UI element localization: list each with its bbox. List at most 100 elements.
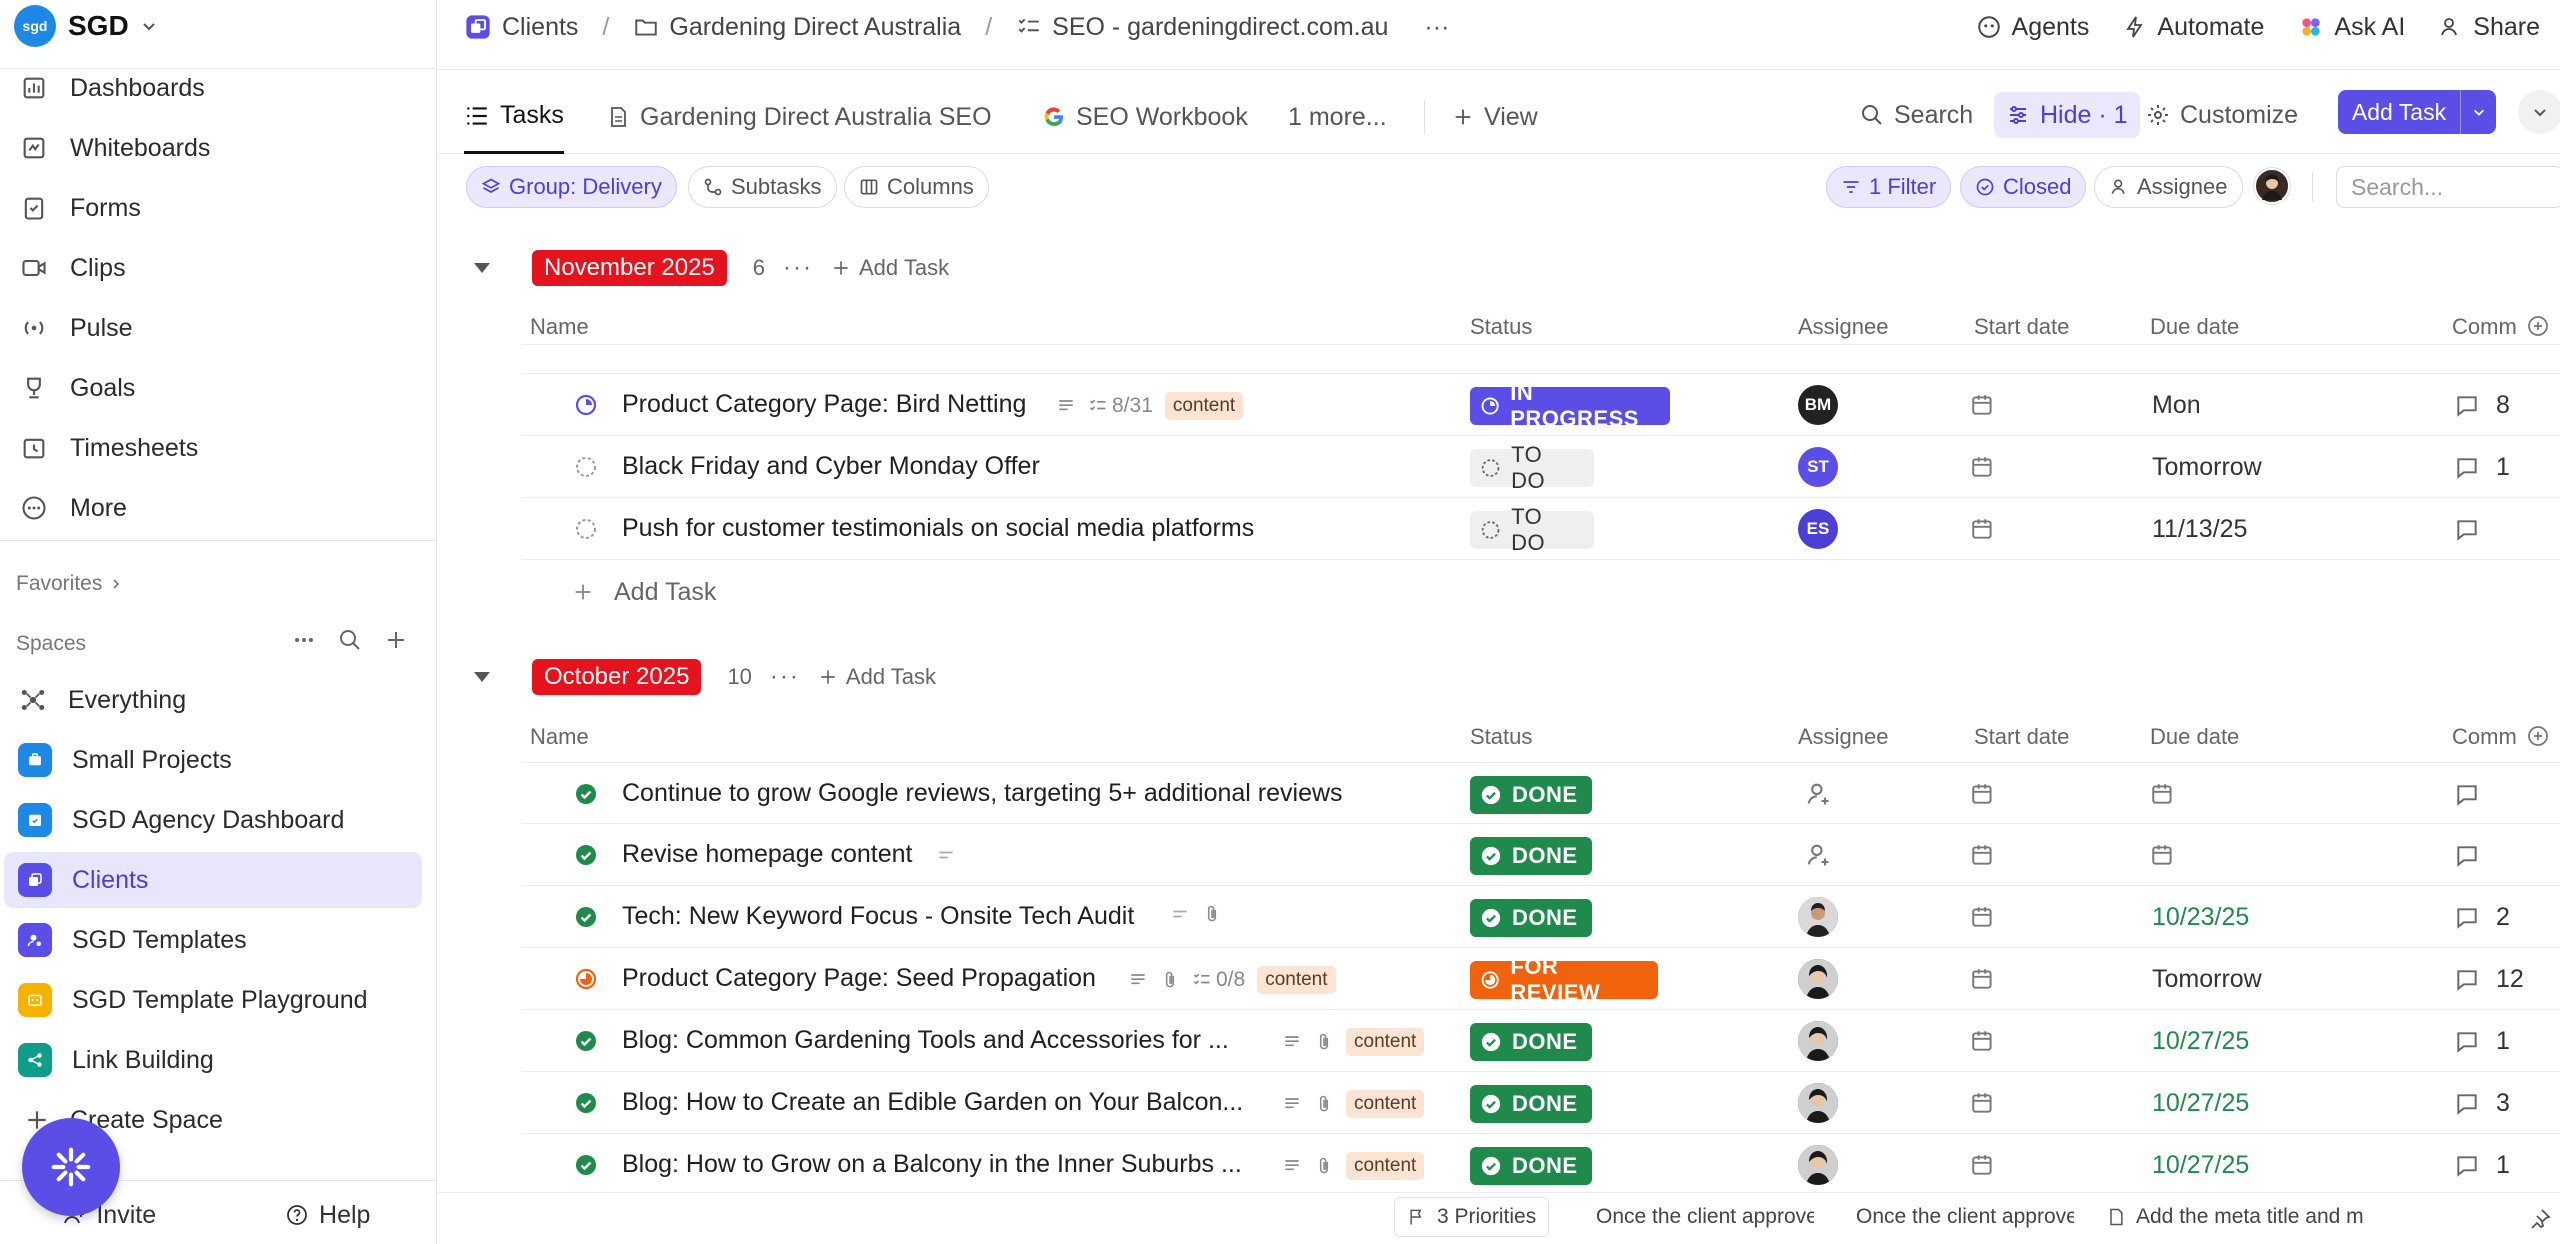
comment-icon[interactable] (2454, 455, 2480, 481)
done-status-icon[interactable] (574, 1029, 598, 1053)
todo-status-icon[interactable] (574, 455, 598, 479)
hide-button[interactable]: Hide · 1 (1994, 92, 2140, 138)
due-date[interactable]: 11/13/25 (2152, 515, 2247, 544)
avatar[interactable]: BM (1798, 385, 1838, 425)
space-link-building[interactable]: Link Building (4, 1032, 422, 1088)
due-date[interactable]: Mon (2152, 391, 2201, 420)
space-sgd-templates[interactable]: SGD Templates (4, 912, 422, 968)
space-small-projects[interactable]: Small Projects (4, 732, 422, 788)
add-view-button[interactable]: View (1452, 80, 1538, 154)
task-name[interactable]: Push for customer testimonials on social… (622, 514, 1254, 543)
status-badge[interactable]: DONE (1470, 1147, 1592, 1185)
calendar-add-icon[interactable] (1970, 516, 1996, 542)
invite-button[interactable]: Invite (0, 1201, 219, 1230)
space-clients[interactable]: Clients (4, 852, 422, 908)
table-row[interactable]: Blog: How to Create an Edible Garden on … (522, 1072, 2560, 1134)
collapse-group-icon[interactable] (474, 263, 490, 273)
more-dots-icon[interactable] (292, 628, 316, 652)
add-column-icon[interactable] (2526, 724, 2550, 748)
column-due-date[interactable]: Due date (2150, 724, 2239, 750)
table-row[interactable]: Push for customer testimonials on social… (522, 498, 2560, 560)
table-row[interactable]: Continue to grow Google reviews, targeti… (522, 762, 2560, 824)
task-name[interactable]: Blog: Common Gardening Tools and Accesso… (622, 1026, 1229, 1055)
add-task-button[interactable]: Add Task (2338, 90, 2496, 134)
calendar-add-icon[interactable] (1970, 966, 1996, 992)
done-status-icon[interactable] (574, 905, 598, 929)
comment-icon[interactable] (2454, 517, 2480, 543)
agents-button[interactable]: Agents (1976, 13, 2089, 42)
table-row[interactable]: Tech: New Keyword Focus - Onsite Tech Au… (522, 886, 2560, 948)
avatar[interactable] (1798, 1021, 1838, 1061)
comment-icon[interactable] (2454, 1091, 2480, 1117)
comment-icon[interactable] (2454, 905, 2480, 931)
done-status-icon[interactable] (574, 1091, 598, 1115)
task-name[interactable]: Continue to grow Google reviews, targeti… (622, 779, 1343, 808)
tray-doc-3[interactable]: Add the meta title and m (2094, 1197, 2394, 1237)
column-assignee[interactable]: Assignee (1798, 314, 1889, 340)
status-badge[interactable]: TO DO (1470, 442, 1594, 493)
task-name[interactable]: Product Category Page: Seed Propagation (622, 964, 1096, 993)
comment-icon[interactable] (2454, 843, 2480, 869)
assignee-chip[interactable]: Assignee (2094, 166, 2243, 208)
ask-ai-button[interactable]: Ask AI (2298, 13, 2405, 42)
task-name[interactable]: Blog: How to Create an Edible Garden on … (622, 1088, 1243, 1117)
group-add-task-button[interactable]: Add Task (831, 255, 949, 281)
group-by-chip[interactable]: Group: Delivery (466, 166, 677, 208)
table-row[interactable]: Black Friday and Cyber Monday Offer TO D… (522, 436, 2560, 498)
breadcrumb-folder[interactable]: Gardening Direct Australia (633, 13, 961, 42)
task-name[interactable]: Black Friday and Cyber Monday Offer (622, 452, 1040, 481)
calendar-add-icon[interactable] (1970, 1152, 1996, 1178)
nav-item-pulse[interactable]: Pulse (0, 298, 437, 358)
nav-item-goals[interactable]: Goals (0, 358, 437, 418)
comment-icon[interactable] (2454, 1153, 2480, 1179)
calendar-add-icon[interactable] (1970, 781, 1996, 807)
task-name[interactable]: Blog: How to Grow on a Balcony in the In… (622, 1150, 1242, 1179)
plus-icon[interactable] (384, 628, 408, 652)
task-name[interactable]: Tech: New Keyword Focus - Onsite Tech Au… (622, 902, 1134, 931)
nav-item-dashboards[interactable]: Dashboards (0, 58, 437, 118)
search-tasks-button[interactable]: Search (1860, 92, 1973, 138)
columns-chip[interactable]: Columns (844, 166, 989, 208)
tray-doc-2[interactable]: Once the client approve (1834, 1197, 2074, 1237)
tab-gardening-direct-seo[interactable]: Gardening Direct Australia SEO (606, 80, 992, 154)
due-date[interactable]: 10/23/25 (2152, 903, 2249, 932)
due-date[interactable]: 10/27/25 (2152, 1027, 2249, 1056)
add-task-row[interactable]: Add Task (572, 562, 716, 622)
avatar[interactable] (1798, 1145, 1838, 1185)
space-sgd-template-playground[interactable]: SGD Template Playground (4, 972, 422, 1028)
task-tag[interactable]: content (1164, 392, 1244, 420)
collapse-header-button[interactable] (2518, 90, 2560, 134)
in-progress-status-icon[interactable] (574, 393, 598, 417)
due-date[interactable]: Tomorrow (2152, 453, 2262, 482)
status-badge[interactable]: DONE (1470, 776, 1592, 814)
status-badge[interactable]: DONE (1470, 837, 1592, 875)
column-start-date[interactable]: Start date (1974, 724, 2069, 750)
comment-icon[interactable] (2454, 782, 2480, 808)
column-comments[interactable]: Comm (2452, 724, 2517, 750)
table-row[interactable]: Revise homepage content DONE (522, 824, 2560, 886)
status-badge[interactable]: FOR REVIEW (1470, 954, 1658, 1005)
done-status-icon[interactable] (574, 843, 598, 867)
column-start-date[interactable]: Start date (1974, 314, 2069, 340)
priorities-chip[interactable]: 3 Priorities (1394, 1197, 1550, 1237)
group-more-button[interactable]: ··· (770, 663, 800, 691)
automate-button[interactable]: Automate (2123, 13, 2264, 42)
space-sgd-agency-dashboard[interactable]: SGD Agency Dashboard (4, 792, 422, 848)
status-badge[interactable]: IN PROGRESS (1470, 380, 1670, 431)
avatar[interactable] (1798, 959, 1838, 999)
task-name[interactable]: Revise homepage content (622, 840, 912, 869)
column-name[interactable]: Name (530, 314, 589, 340)
review-status-icon[interactable] (574, 967, 598, 991)
column-comments[interactable]: Comm (2452, 314, 2517, 340)
user-avatar[interactable] (2254, 168, 2290, 204)
tab-tasks[interactable]: Tasks (464, 80, 564, 154)
table-row[interactable]: Product Category Page: Seed Propagation … (522, 948, 2560, 1010)
calendar-add-icon[interactable] (1970, 1090, 1996, 1116)
group-title[interactable]: November 2025 (532, 250, 727, 286)
done-status-icon[interactable] (574, 1153, 598, 1177)
task-tag[interactable]: content (1346, 1152, 1425, 1180)
favorites-header[interactable]: Favorites (16, 572, 122, 596)
tab-more[interactable]: 1 more... (1288, 80, 1387, 154)
calendar-add-icon[interactable] (1970, 392, 1996, 418)
avatar[interactable] (1798, 1083, 1838, 1123)
